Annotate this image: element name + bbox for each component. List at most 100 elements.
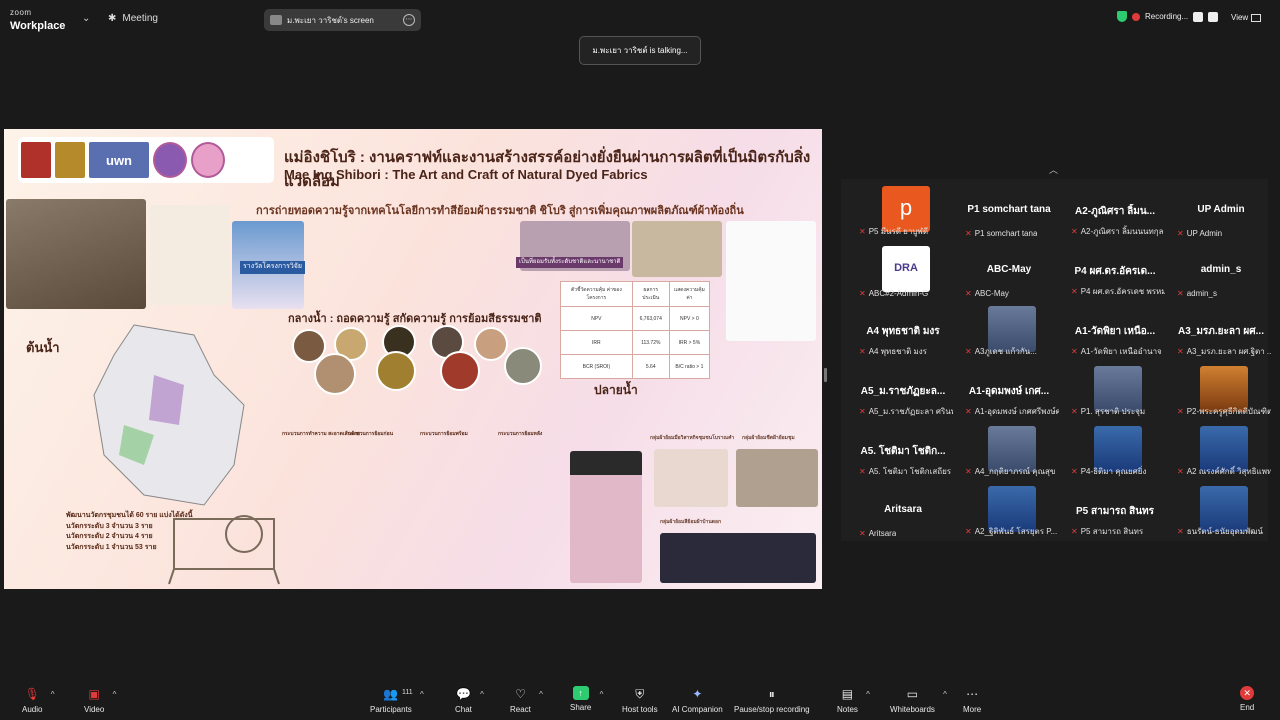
- meeting-menu[interactable]: ✱ Meeting: [108, 13, 158, 24]
- table-row: ตัวชี้วัดความคุ้ม ค่าของโครงการ ผลการ ปร…: [560, 281, 711, 307]
- participant-caption: ✕ P4-ธิติมา คุณยศยิ่ง: [1071, 465, 1146, 478]
- participant-name: Aritsara: [868, 529, 897, 538]
- table-cell: NPV: [560, 306, 633, 331]
- close-icon: ✕: [1240, 686, 1255, 700]
- chevron-up-icon[interactable]: ︿: [1049, 163, 1058, 176]
- participant-tile[interactable]: A1-วัดพิยา เหนือ... ✕ A1-วัดพิยา เหนืออำนา…: [1065, 306, 1165, 358]
- chevron-up-icon[interactable]: ^: [600, 690, 604, 699]
- participant-tile[interactable]: ✕ A3ภูเดช แก้วกัน...: [959, 306, 1059, 358]
- recording-dot-icon: [1132, 12, 1140, 21]
- active-speaker-banner: ม.พะเยา วาริชต์ is talking...: [579, 36, 701, 65]
- participant-caption: ✕A5_ม.ราชภัฏยะลา ศรินท...: [859, 405, 953, 418]
- more-button[interactable]: ⋯ More: [963, 686, 981, 714]
- participant-tile[interactable]: ✕ P2-พระครูศุธีกิตติบัณฑิต...: [1171, 366, 1271, 418]
- stop-recording-icon[interactable]: [1208, 11, 1219, 22]
- downstream-heading: ปลายน้ำ: [594, 383, 638, 397]
- participant-tile[interactable]: ✕ A2 ณรงค์ศักดิ์ วิสุทธิแพทย์: [1171, 426, 1271, 478]
- participant-tile[interactable]: P4 ผศ.ดร.อัครเด... ✕ P4 ผศ.ดร.อัครเดช พรหม…: [1065, 246, 1165, 298]
- pause-recording-icon[interactable]: [1193, 11, 1204, 22]
- panel-resize-handle[interactable]: [824, 368, 827, 382]
- chevron-up-icon[interactable]: ^: [866, 690, 870, 699]
- recording-status: Recording...: [1117, 11, 1219, 22]
- slide-subheading: การถ่ายทอดความรู้จากเทคโนโลยีการทำสีย้อม…: [256, 205, 744, 217]
- participant-tile[interactable]: A2-ภูณิศรา ลิ้มน... ✕ A2-ภูณิศรา ลิ้มนนนทก…: [1065, 186, 1165, 238]
- participant-tile[interactable]: Aritsara ✕ Aritsara: [853, 486, 953, 538]
- chat-button[interactable]: 💬 Chat ^: [455, 686, 484, 714]
- share-label: Share: [570, 703, 592, 712]
- participant-caption: ✕ A1-อุดมพงษ์ เกศศรีพงษ์ศา: [965, 405, 1059, 418]
- participant-tile[interactable]: admin_s ✕ admin_s: [1171, 246, 1271, 298]
- participant-tile[interactable]: P1 somchart tana ✕ P1 somchart tana: [959, 186, 1059, 238]
- participant-caption: ✕ ABC#2-Admin-G: [859, 289, 928, 298]
- video-label: Video: [84, 705, 105, 714]
- sparkle-icon: ✦: [692, 687, 703, 701]
- participant-tile[interactable]: A1-อุดมพงษ์ เกศ... ✕ A1-อุดมพงษ์ เกศศรีพงษ…: [959, 366, 1059, 418]
- chevron-up-icon[interactable]: ^: [943, 690, 947, 699]
- chevron-up-icon[interactable]: ^: [113, 690, 117, 699]
- more-icon: ⋯: [966, 687, 979, 701]
- table-cell: แสดงความคุ้มค่า: [668, 281, 711, 307]
- sdg8-icon: [21, 142, 51, 178]
- participant-tile[interactable]: ✕ A2_ฐิติพันธ์ โสรยุตร P...: [959, 486, 1059, 538]
- participant-tile[interactable]: P5 สามารถ สินทร ✕ P5 สามารถ สินทร: [1065, 486, 1165, 538]
- fabric-photo: [654, 449, 728, 507]
- participant-tile[interactable]: ✕ P1. สุรชาติ ประจุม: [1065, 366, 1165, 418]
- participant-caption: ✕ A4_กฤติยาภรณ์ คุณสุข: [965, 465, 1055, 478]
- uwn-logo: uwn: [89, 142, 149, 178]
- participant-tile[interactable]: A3_มรภ.ยะลา ผศ... ✕ A3_มรภ.ยะลา ผศ.ฐิตา ..…: [1171, 306, 1271, 358]
- participant-tile[interactable]: ✕ ธนรัตน์-ธนัยอุดมพัฒน์: [1171, 486, 1271, 538]
- react-button[interactable]: ♡ React ^: [510, 686, 543, 714]
- chevron-up-icon[interactable]: ^: [539, 690, 543, 699]
- table-cell: IRR: [560, 330, 633, 355]
- pause-recording-label: Pause/stop recording: [734, 705, 810, 714]
- participant-tile[interactable]: A4 พุทธชาติ มงร ✕ A4 พุทธชาติ มงร: [853, 306, 953, 358]
- chevron-down-icon[interactable]: ⌄: [82, 13, 90, 24]
- process-label: กระบวนการย้อมพร้อม: [420, 431, 468, 437]
- participant-name: P2-พระครูศุธีกิตติบัณฑิต...: [1186, 407, 1271, 416]
- participant-name: A1-อุดมพงษ์ เกศศรีพงษ์ศา: [974, 407, 1059, 416]
- chevron-up-icon[interactable]: ^: [420, 690, 424, 699]
- participant-tile[interactable]: DRA ✕ ABC#2-Admin-G: [853, 246, 953, 298]
- newspaper-clip: [150, 205, 230, 305]
- whiteboards-button[interactable]: ▭ Whiteboards ^: [890, 686, 947, 714]
- participant-name: A2-ภูณิศรา ลิ้มนนนทกุล: [1080, 227, 1164, 236]
- pause-recording-button[interactable]: ⏸ Pause/stop recording: [734, 686, 810, 714]
- zoom-workplace-logo[interactable]: zoom Workplace: [10, 9, 65, 33]
- whiteboard-icon: ▭: [906, 687, 919, 701]
- muted-mic-icon: ✕: [1071, 287, 1078, 296]
- participant-tile[interactable]: A5_ม.ราชภัฏยะล... ✕A5_ม.ราชภัฏยะลา ศรินท.…: [853, 366, 953, 418]
- participant-name: ABC-May: [974, 289, 1009, 298]
- more-options-icon[interactable]: ⋯: [403, 14, 415, 26]
- ai-companion-button[interactable]: ✦ AI Companion: [672, 686, 723, 714]
- audio-button[interactable]: 🎙 Audio ^: [22, 686, 54, 714]
- muted-mic-icon: ✕: [1177, 407, 1184, 416]
- view-button[interactable]: View: [1231, 13, 1262, 22]
- participant-tile[interactable]: ✕ P4-ธิติมา คุณยศยิ่ง: [1065, 426, 1165, 478]
- muted-mic-icon: ✕: [1177, 289, 1184, 298]
- muted-mic-icon: ✕: [965, 467, 972, 476]
- participant-tile[interactable]: ✕ A4_กฤติยาภรณ์ คุณสุข: [959, 426, 1059, 478]
- host-tools-button[interactable]: ⛨ Host tools: [622, 686, 658, 714]
- table-row: IRR 113.72% IRR > 5%: [560, 330, 711, 355]
- screen-share-indicator[interactable]: ม.พะเยา วาริชต์'s screen ⋯: [264, 9, 421, 31]
- avatar: DRA: [882, 246, 930, 292]
- participant-caption: ✕ A2 ณรงค์ศักดิ์ วิสุทธิแพทย์: [1177, 465, 1271, 478]
- notes-button[interactable]: ▤ Notes ^: [837, 686, 870, 714]
- participant-caption: ✕ ABC-May: [965, 289, 1009, 298]
- participant-tile[interactable]: ABC-May ✕ ABC-May: [959, 246, 1059, 298]
- meeting-label: Meeting: [122, 13, 158, 24]
- video-button[interactable]: ▣ Video ^: [84, 686, 116, 714]
- chevron-up-icon[interactable]: ^: [480, 690, 484, 699]
- participant-tile[interactable]: UP Admin ✕ UP Admin: [1171, 186, 1271, 238]
- grid-icon: [1251, 13, 1262, 22]
- share-button[interactable]: ↑ Share ^: [570, 686, 603, 712]
- sdg12-icon: [55, 142, 85, 178]
- participant-tile[interactable]: p ✕ P5 มีนรดี ยาบูฬดี: [853, 186, 953, 238]
- participant-tile[interactable]: A5. โชติมา โชติก... ✕ A5. โชติมา โชติกเสถี…: [853, 426, 953, 478]
- participant-gallery: p ✕ P5 มีนรดี ยาบูฬดี P1 somchart tana ✕ P1 s…: [841, 179, 1271, 541]
- team-photo: [6, 199, 146, 309]
- loom-icon: [168, 515, 280, 585]
- end-meeting-button[interactable]: ✕ End: [1240, 686, 1254, 712]
- participant-display-name: A3_มรภ.ยะลา ผศ...: [1178, 326, 1264, 337]
- chevron-up-icon[interactable]: ^: [51, 690, 55, 699]
